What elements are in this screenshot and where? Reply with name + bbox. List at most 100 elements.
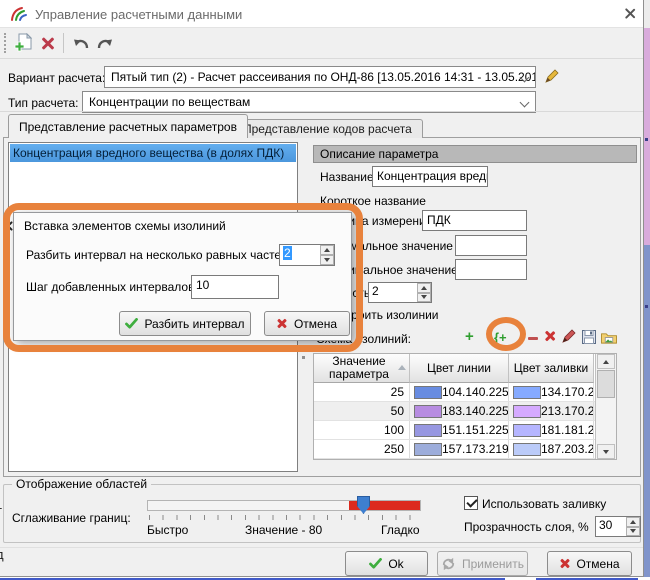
scroll-up-button[interactable] [597,354,615,369]
load-schema-button[interactable] [600,331,618,348]
apply-button[interactable]: Применить [437,551,528,576]
panel-splitter[interactable] [302,345,305,348]
fill-color-cell[interactable]: 187.203.2 [509,440,594,458]
line-color-cell[interactable]: 151.151.225 [410,421,509,439]
step-label: Шаг добавленных интервалов: [26,280,198,294]
color-swatch [513,386,541,399]
modal-cancel-button[interactable]: Отмена [264,311,350,336]
list-item-selected[interactable]: Концентрация вредного вещества (в долях … [10,144,296,162]
redo-button[interactable] [94,35,116,51]
step-input[interactable]: 10 [191,275,279,299]
color-rgb-text: 181.181.2 [541,423,594,437]
max-value-input[interactable] [455,259,527,280]
min-value-input[interactable] [455,235,527,256]
clear-intervals-button[interactable] [544,330,556,342]
column-header-label: Цвет заливки [514,362,588,375]
screen: т д Управление расчетными данными [0,0,650,580]
spin-up-button[interactable] [320,245,334,255]
scroll-down-button[interactable] [597,444,615,459]
undo-button[interactable] [70,35,92,51]
smoothing-label: Сглаживание границ: [12,511,131,525]
add-interval-button[interactable]: + [465,328,474,345]
add-record-button[interactable] [10,32,34,54]
sort-ascending-icon [398,365,406,370]
spin-down-button[interactable] [626,527,640,537]
value-cell[interactable]: 50 [314,402,410,420]
toolbar-separator [63,33,64,53]
ok-label: Ok [388,557,403,571]
red-x-icon [559,558,570,569]
titlebar[interactable]: Управление расчетными данными [0,0,643,28]
isoline-table-row[interactable]: 50183.140.225 213.170.2 [314,402,616,421]
insert-interval-button[interactable]: {+ [494,330,507,345]
slider-label-smooth: Гладко [381,523,420,537]
window-title: Управление расчетными данными [35,7,242,22]
cancel-button[interactable]: Отмена [547,551,632,576]
column-header-value[interactable]: Значение параметра [314,354,410,383]
save-schema-button[interactable] [581,329,597,348]
column-header-fill-color[interactable]: Цвет заливки [509,354,594,383]
line-color-cell[interactable]: 104.140.225 [410,383,509,401]
fill-color-cell[interactable]: 181.181.2 [509,421,594,439]
fill-color-cell[interactable]: 213.170.2 [509,402,594,420]
modal-close-icon[interactable] [2,220,14,232]
window-close-icon[interactable] [623,7,636,20]
arrow-up-icon [603,360,609,364]
fill-color-cell[interactable]: 134.170.2 [509,383,594,401]
column-header-line-color[interactable]: Цвет линии [410,354,509,383]
check-icon [369,558,382,569]
vertical-scrollbar[interactable] [595,354,616,459]
spin-up-button[interactable] [417,283,431,293]
background-map-mark [645,138,648,141]
value-cell[interactable]: 25 [314,383,410,401]
color-swatch [414,443,442,456]
line-color-cell[interactable]: 183.140.225 [410,402,509,420]
color-swatch [414,405,442,418]
redo-icon [96,36,114,50]
line-color-cell[interactable]: 157.173.219 [410,440,509,458]
panel-splitter[interactable] [302,356,305,359]
insert-isoline-modal: Вставка элементов схемы изолиний Разбить… [13,212,352,341]
name-input[interactable]: Концентрация вредн [372,166,488,187]
use-fill-checkbox[interactable] [464,496,478,510]
spin-down-button[interactable] [417,293,431,303]
split-interval-button[interactable]: Разбить интервал [119,311,251,336]
color-rgb-text: 213.170.2 [541,404,594,418]
tab-calc-parameters[interactable]: Представление расчетных параметров [8,114,248,138]
edit-variant-button[interactable] [545,69,559,86]
variant-select[interactable]: Пятый тип (2) - Расчет рассеивания по ОН… [104,66,536,88]
type-value: Концентрации по веществам [89,95,250,109]
background-map-edge [644,0,650,577]
spin-down-button[interactable] [320,255,334,265]
arrow-up-icon [421,286,427,290]
background-map-mark [645,305,648,308]
isoline-table-row[interactable]: 25104.140.225134.170.2 [314,383,616,402]
split-count-spinner[interactable]: 2 [279,244,335,266]
delete-record-button[interactable] [37,33,59,53]
spin-up-button[interactable] [626,517,640,527]
value-cell[interactable]: 250 [314,440,410,458]
color-swatch [414,424,442,437]
color-swatch [513,443,541,456]
isoline-table-row[interactable]: 100151.151.225 181.181.2 [314,421,616,440]
split-count-value: 2 [280,245,320,265]
ok-button[interactable]: Ok [345,551,428,576]
value-cell[interactable]: 100 [314,421,410,439]
color-swatch [513,405,541,418]
toolbar-grip[interactable] [4,33,6,53]
background-text-fragment: д [0,547,4,562]
red-x-icon [277,318,288,329]
apply-label: Применить [462,557,524,571]
edit-color-button[interactable] [562,329,576,346]
isoline-table: Значение параметра Цвет линии Цвет залив… [313,353,617,460]
tab-calc-codes[interactable]: Представление кодов расчета [232,119,423,138]
precision-spinner[interactable]: 2 [368,282,432,303]
opacity-spinner[interactable]: 30 [595,516,641,537]
type-select[interactable]: Концентрации по веществам [82,91,536,113]
remove-interval-button[interactable] [528,337,538,340]
isoline-table-row[interactable]: 250157.173.219187.203.2 [314,440,616,459]
scrollbar-thumb[interactable] [597,370,615,398]
opacity-label: Прозрачность слоя, % [464,520,589,534]
variant-value: Пятый тип (2) - Расчет рассеивания по ОН… [111,70,536,84]
unit-input[interactable]: ПДК [422,210,527,231]
